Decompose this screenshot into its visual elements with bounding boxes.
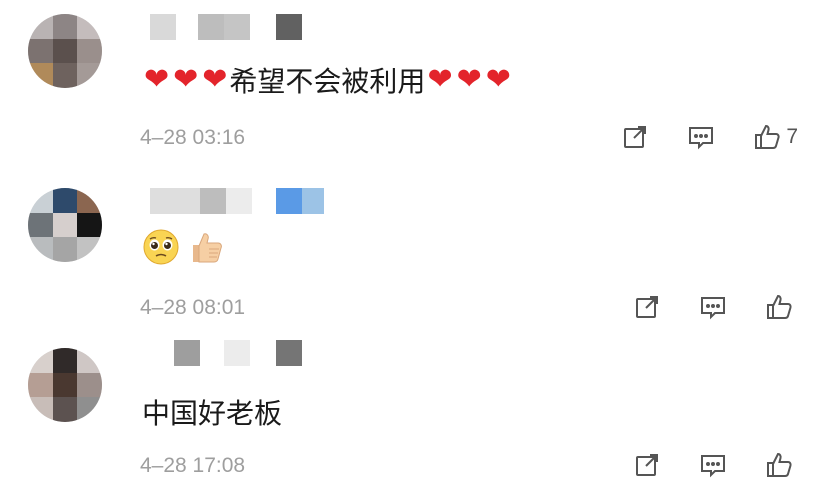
comment-text: 中国好老板 <box>142 398 283 429</box>
heart-icon: ❤ <box>144 63 170 96</box>
username-mosaic[interactable] <box>150 188 324 214</box>
pleading-face-icon <box>142 228 180 273</box>
heart-icon: ❤ <box>485 63 511 96</box>
comment-icon[interactable] <box>698 450 728 480</box>
comment-text: 希望不会被利用 <box>229 66 426 97</box>
avatar[interactable] <box>28 14 102 88</box>
comment-timestamp: 4–28 17:08 <box>140 454 246 477</box>
hearts-after: ❤ ❤ ❤ <box>425 65 512 95</box>
share-icon[interactable] <box>620 122 650 152</box>
comment-item: ❤ ❤ ❤ 希望不会被利用 ❤ ❤ ❤ 4–28 03:16 7 <box>0 0 828 170</box>
thumbs-up-emoji-icon <box>188 229 224 272</box>
comment-icon[interactable] <box>686 122 716 152</box>
comment-timestamp: 4–28 03:16 <box>140 126 246 149</box>
comment-timestamp: 4–28 08:01 <box>140 296 246 319</box>
share-icon[interactable] <box>632 292 662 322</box>
heart-icon: ❤ <box>456 63 482 96</box>
comment-content: 中国好老板 <box>142 392 282 432</box>
comment-content <box>142 228 232 273</box>
avatar[interactable] <box>28 348 102 422</box>
comment-icon[interactable] <box>698 292 728 322</box>
comment-item: 中国好老板 4–28 17:08 <box>0 330 828 489</box>
avatar[interactable] <box>28 188 102 262</box>
thumbs-up-icon[interactable] <box>764 450 794 480</box>
hearts-before: ❤ ❤ ❤ <box>142 65 229 95</box>
username-mosaic[interactable] <box>150 14 302 40</box>
heart-icon: ❤ <box>173 63 199 96</box>
thumbs-up-icon[interactable] <box>752 122 782 152</box>
heart-icon: ❤ <box>202 63 228 96</box>
comment-actions <box>632 450 798 480</box>
comment-actions: 7 <box>620 122 798 152</box>
comment-item: 4–28 08:01 <box>0 170 828 340</box>
comment-content: ❤ ❤ ❤ 希望不会被利用 ❤ ❤ ❤ <box>142 60 513 100</box>
share-icon[interactable] <box>632 450 662 480</box>
comment-actions <box>632 292 798 322</box>
like-count: 7 <box>786 125 798 148</box>
username-mosaic[interactable] <box>150 340 302 366</box>
thumbs-up-icon[interactable] <box>764 292 794 322</box>
heart-icon: ❤ <box>427 63 453 96</box>
